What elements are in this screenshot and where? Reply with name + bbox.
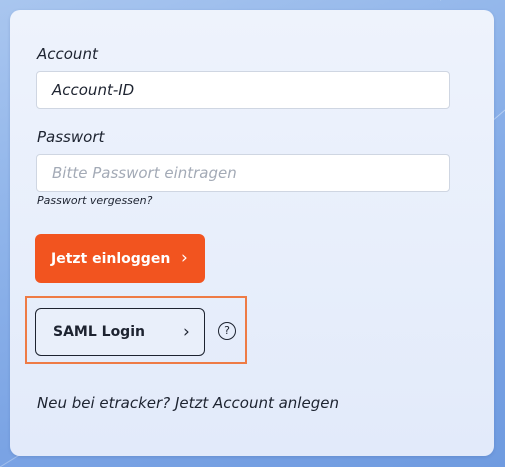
password-label: Passwort bbox=[37, 128, 105, 146]
saml-login-button[interactable]: SAML Login › bbox=[35, 308, 205, 356]
account-label: Account bbox=[37, 45, 98, 63]
login-button[interactable]: Jetzt einloggen › bbox=[35, 234, 205, 283]
login-button-label: Jetzt einloggen bbox=[51, 250, 171, 267]
password-field[interactable]: Bitte Passwort eintragen bbox=[36, 154, 450, 192]
chevron-right-icon: › bbox=[183, 322, 190, 342]
forgot-password-link[interactable]: Passwort vergessen? bbox=[37, 194, 152, 207]
signup-prefix: Neu bei etracker? bbox=[37, 394, 171, 412]
account-field[interactable]: Account-ID bbox=[36, 71, 450, 109]
signup-line: Neu bei etracker? Jetzt Account anlegen bbox=[37, 394, 339, 412]
chevron-right-icon: › bbox=[181, 248, 188, 268]
signup-link[interactable]: Jetzt Account anlegen bbox=[175, 394, 339, 412]
saml-login-label: SAML Login bbox=[53, 324, 145, 340]
help-icon[interactable]: ? bbox=[218, 322, 236, 340]
